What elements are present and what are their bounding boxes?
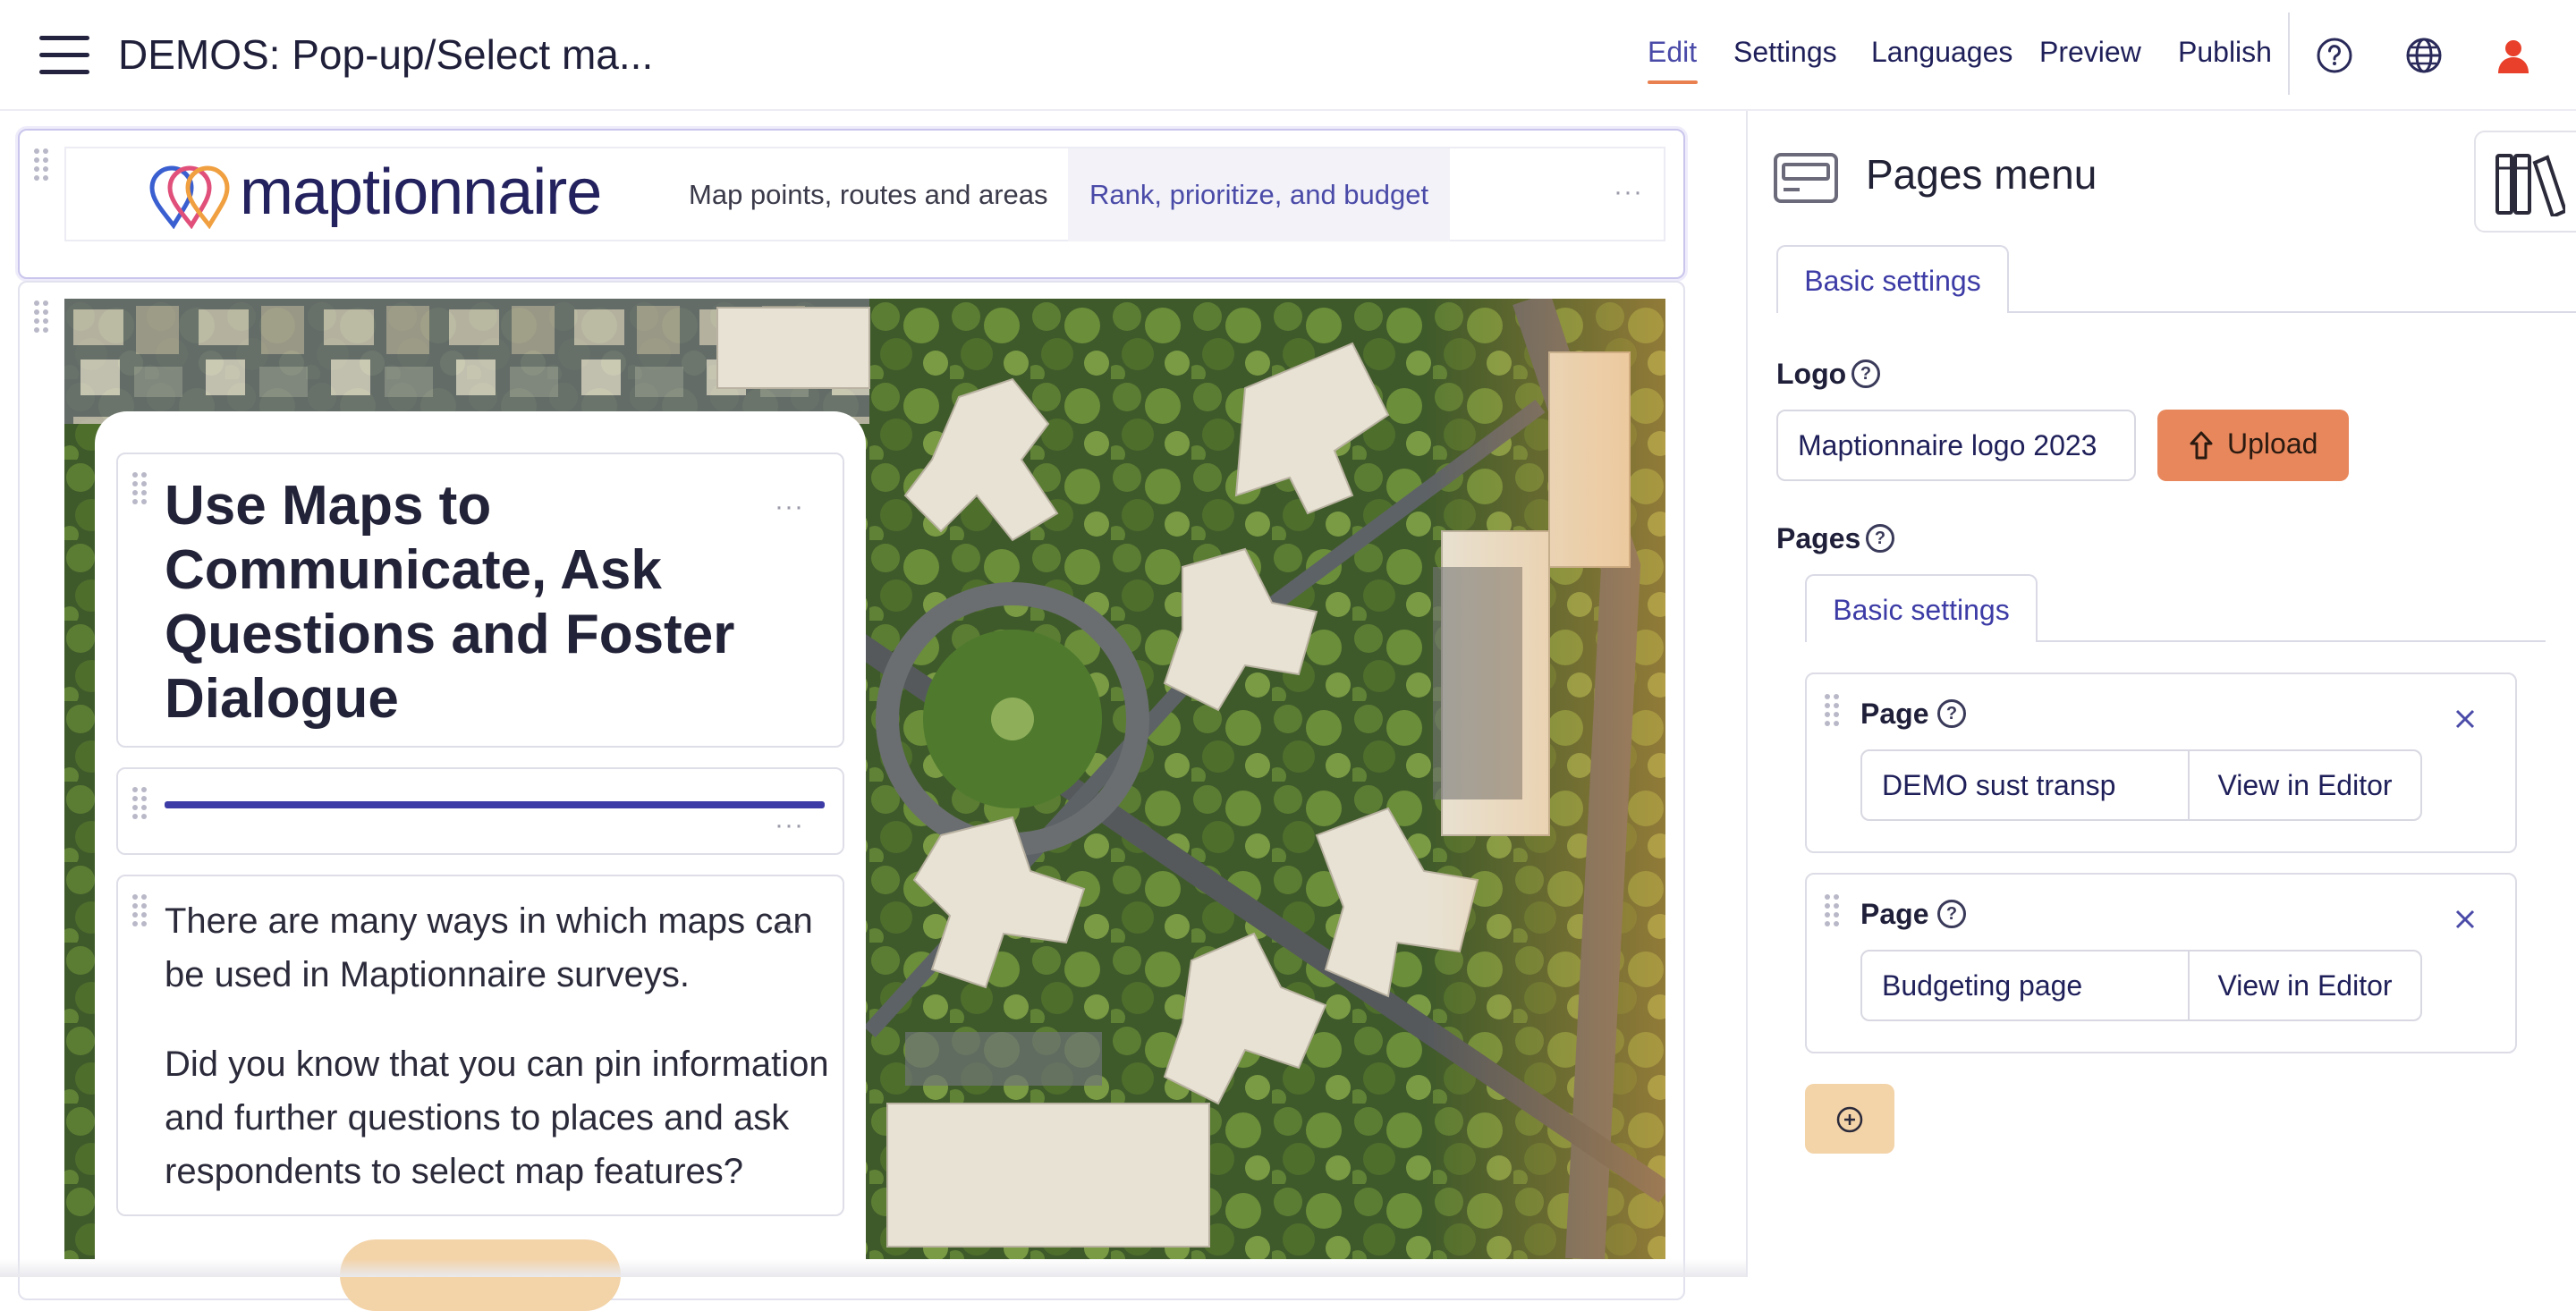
upload-button[interactable]: Upload (2157, 410, 2349, 481)
drag-handle-icon[interactable] (132, 894, 150, 935)
page-2-select-field[interactable]: Budgeting page (1860, 950, 2190, 1021)
page-2-help-icon[interactable]: ? (1937, 900, 1966, 928)
drag-handle-icon[interactable] (34, 148, 52, 190)
block-menu-dots[interactable]: ··· (775, 494, 804, 520)
nav-divider (2288, 13, 2290, 95)
survey-tab-map-points[interactable]: Map points, routes and areas (667, 148, 1070, 241)
page-1-select-field[interactable]: DEMO sust transp (1860, 749, 2190, 821)
canvas-bottom-shade (0, 1259, 1746, 1277)
divider-line (165, 801, 825, 808)
drag-handle-icon[interactable] (1825, 694, 1843, 735)
nav-languages[interactable]: Languages (1871, 36, 2012, 69)
books-icon (2496, 154, 2565, 216)
close-icon[interactable] (2453, 706, 2478, 732)
pages-menu-icon (1774, 153, 1838, 203)
page-2-view-in-editor-button[interactable]: View in Editor (2188, 950, 2422, 1021)
pages-tab-rule (2038, 640, 2546, 642)
page-2-label: Page (1860, 898, 1929, 930)
paragraph-2: Did you know that you can pin informatio… (165, 1045, 829, 1191)
survey-tab-rank-prioritize[interactable]: Rank, prioritize, and budget (1068, 148, 1451, 241)
tab-rule (2009, 311, 2576, 313)
divider-block[interactable] (116, 767, 844, 855)
upload-arrow-icon (2190, 431, 2213, 460)
drag-handle-icon[interactable] (132, 787, 150, 828)
pages-help-icon[interactable]: ? (1866, 524, 1894, 553)
maptionnaire-logo: maptionnaire (147, 156, 665, 234)
logo-help-icon[interactable]: ? (1852, 359, 1880, 388)
page-1-help-icon[interactable]: ? (1937, 699, 1966, 728)
user-icon[interactable] (2494, 36, 2533, 75)
pages-label: Pages (1776, 522, 1861, 554)
library-button[interactable] (2474, 131, 2576, 233)
hamburger-menu-icon[interactable] (39, 34, 89, 77)
nav-publish[interactable]: Publish (2178, 36, 2272, 69)
block-menu-dots[interactable]: ··· (775, 812, 804, 839)
active-tab-indicator (1648, 80, 1698, 84)
drag-handle-icon[interactable] (34, 300, 52, 342)
survey-title: DEMOS: Pop-up/Select ma... (118, 31, 654, 78)
nav-edit[interactable]: Edit (1648, 36, 1697, 69)
paragraph-1: There are many ways in which maps can be… (165, 901, 813, 994)
add-page-button[interactable] (1805, 1084, 1894, 1154)
close-icon[interactable] (2453, 907, 2478, 932)
page-heading: Use Maps to Communicate, Ask Questions a… (165, 475, 735, 730)
nav-preview[interactable]: Preview (2039, 36, 2141, 69)
globe-icon[interactable] (2404, 36, 2444, 75)
block-menu-dots[interactable]: ··· (775, 912, 804, 939)
nav-settings[interactable]: Settings (1733, 36, 1837, 69)
logo-pins-icon (149, 165, 230, 229)
plus-circle-icon (1836, 1106, 1863, 1133)
tab-basic-settings[interactable]: Basic settings (1776, 245, 2009, 313)
upload-button-label: Upload (2227, 427, 2318, 460)
block-menu-dots[interactable]: ··· (1614, 179, 1643, 206)
drag-handle-icon[interactable] (1825, 894, 1843, 935)
panel-title: Pages menu (1866, 151, 2097, 198)
drag-handle-icon[interactable] (132, 472, 150, 513)
page-1-view-in-editor-button[interactable]: View in Editor (2188, 749, 2422, 821)
logo-select-field[interactable]: Maptionnaire logo 2023 (1776, 410, 2136, 481)
pages-tab-basic-settings[interactable]: Basic settings (1805, 574, 2038, 642)
top-bar: DEMOS: Pop-up/Select ma... Edit Settings… (0, 0, 2576, 111)
page-1-label: Page (1860, 698, 1929, 730)
help-circle-icon[interactable] (2315, 36, 2354, 75)
survey-header: maptionnaire Map points, routes and area… (64, 147, 1665, 241)
logo-label: Logo (1776, 358, 1847, 390)
